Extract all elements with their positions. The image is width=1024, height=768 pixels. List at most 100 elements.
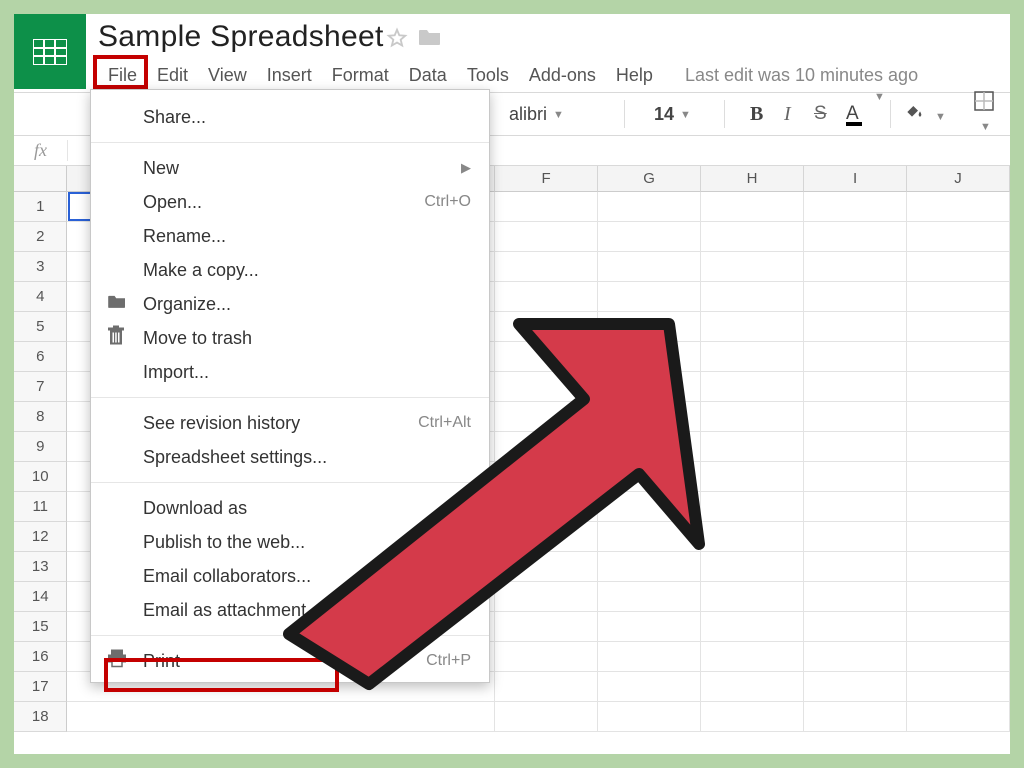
cell[interactable] <box>804 492 907 522</box>
cell[interactable] <box>907 492 1010 522</box>
cell[interactable] <box>495 192 598 222</box>
cell[interactable] <box>701 612 804 642</box>
cell[interactable] <box>598 702 701 732</box>
cell[interactable] <box>701 702 804 732</box>
cell[interactable] <box>907 672 1010 702</box>
cell[interactable] <box>701 222 804 252</box>
row-header[interactable]: 13 <box>14 552 67 582</box>
cell[interactable] <box>701 462 804 492</box>
menu-item-open[interactable]: Open...Ctrl+O <box>91 185 489 219</box>
cell[interactable] <box>495 372 598 402</box>
folder-icon[interactable] <box>418 27 442 52</box>
cell[interactable] <box>701 372 804 402</box>
menu-item-email-attachment[interactable]: Email as attachment... <box>91 593 489 627</box>
cell[interactable] <box>701 672 804 702</box>
cell[interactable] <box>598 222 701 252</box>
select-all-corner[interactable] <box>14 166 67 192</box>
row-header[interactable]: 9 <box>14 432 67 462</box>
cell[interactable] <box>804 402 907 432</box>
menu-view[interactable]: View <box>198 62 257 89</box>
menu-file[interactable]: File <box>98 62 147 89</box>
menu-item-publish[interactable]: Publish to the web... <box>91 525 489 559</box>
cell[interactable] <box>701 582 804 612</box>
cell[interactable] <box>804 582 907 612</box>
row-header[interactable]: 11 <box>14 492 67 522</box>
column-header[interactable]: J <box>907 166 1010 192</box>
cell[interactable] <box>598 372 701 402</box>
cell[interactable] <box>598 432 701 462</box>
strikethrough-button[interactable]: S <box>814 103 827 125</box>
menu-item-print[interactable]: PrintCtrl+P <box>91 644 489 678</box>
cell[interactable] <box>907 252 1010 282</box>
sheets-logo[interactable] <box>14 14 86 89</box>
column-header[interactable]: H <box>701 166 804 192</box>
cell[interactable] <box>907 222 1010 252</box>
menu-item-share[interactable]: Share... <box>91 100 489 134</box>
row-header[interactable]: 3 <box>14 252 67 282</box>
last-edit-label[interactable]: Last edit was 10 minutes ago <box>685 65 918 86</box>
font-family-selector[interactable]: alibri▼ <box>509 104 564 125</box>
cell[interactable] <box>495 312 598 342</box>
cell[interactable] <box>907 402 1010 432</box>
cell[interactable] <box>907 522 1010 552</box>
cell[interactable] <box>804 252 907 282</box>
menu-item-make-copy[interactable]: Make a copy... <box>91 253 489 287</box>
menu-tools[interactable]: Tools <box>457 62 519 89</box>
menu-insert[interactable]: Insert <box>257 62 322 89</box>
cell[interactable] <box>804 462 907 492</box>
cell[interactable] <box>598 192 701 222</box>
menu-item-import[interactable]: Import... <box>91 355 489 389</box>
star-icon[interactable] <box>386 27 408 54</box>
column-header[interactable]: G <box>598 166 701 192</box>
row-header[interactable]: 5 <box>14 312 67 342</box>
cell[interactable] <box>701 522 804 552</box>
cell[interactable] <box>495 432 598 462</box>
menu-edit[interactable]: Edit <box>147 62 198 89</box>
cell[interactable] <box>804 672 907 702</box>
cell[interactable] <box>804 552 907 582</box>
menu-item-revision-history[interactable]: See revision historyCtrl+Alt <box>91 406 489 440</box>
cell[interactable] <box>907 462 1010 492</box>
cell[interactable] <box>804 612 907 642</box>
cell[interactable] <box>701 252 804 282</box>
cell[interactable] <box>907 312 1010 342</box>
cell[interactable] <box>804 282 907 312</box>
row-header[interactable]: 2 <box>14 222 67 252</box>
cell[interactable] <box>701 402 804 432</box>
text-color-button[interactable]: A <box>846 103 862 126</box>
document-title[interactable]: Sample Spreadsheet <box>98 20 384 54</box>
cell[interactable] <box>598 312 701 342</box>
cell[interactable] <box>67 702 495 732</box>
row-header[interactable]: 18 <box>14 702 67 732</box>
cell[interactable] <box>701 312 804 342</box>
italic-button[interactable]: I <box>784 103 791 126</box>
cell[interactable] <box>804 702 907 732</box>
row-header[interactable]: 4 <box>14 282 67 312</box>
menu-item-new[interactable]: New▶ <box>91 151 489 185</box>
row-header[interactable]: 7 <box>14 372 67 402</box>
row-header[interactable]: 6 <box>14 342 67 372</box>
cell[interactable] <box>907 282 1010 312</box>
column-header[interactable]: I <box>804 166 907 192</box>
cell[interactable] <box>804 192 907 222</box>
cell[interactable] <box>598 252 701 282</box>
cell[interactable] <box>804 312 907 342</box>
fill-color-button[interactable]: ▼ <box>904 102 946 127</box>
cell[interactable] <box>907 612 1010 642</box>
bold-button[interactable]: B <box>750 103 763 126</box>
cell[interactable] <box>495 282 598 312</box>
cell[interactable] <box>495 222 598 252</box>
row-header[interactable]: 16 <box>14 642 67 672</box>
cell[interactable] <box>804 342 907 372</box>
cell[interactable] <box>495 252 598 282</box>
cell[interactable] <box>598 582 701 612</box>
cell[interactable] <box>907 552 1010 582</box>
cell[interactable] <box>495 402 598 432</box>
cell[interactable] <box>701 432 804 462</box>
cell[interactable] <box>495 582 598 612</box>
row-header[interactable]: 10 <box>14 462 67 492</box>
font-size-selector[interactable]: 14▼ <box>654 104 691 125</box>
cell[interactable] <box>701 282 804 312</box>
menu-help[interactable]: Help <box>606 62 663 89</box>
row-header[interactable]: 1 <box>14 192 67 222</box>
